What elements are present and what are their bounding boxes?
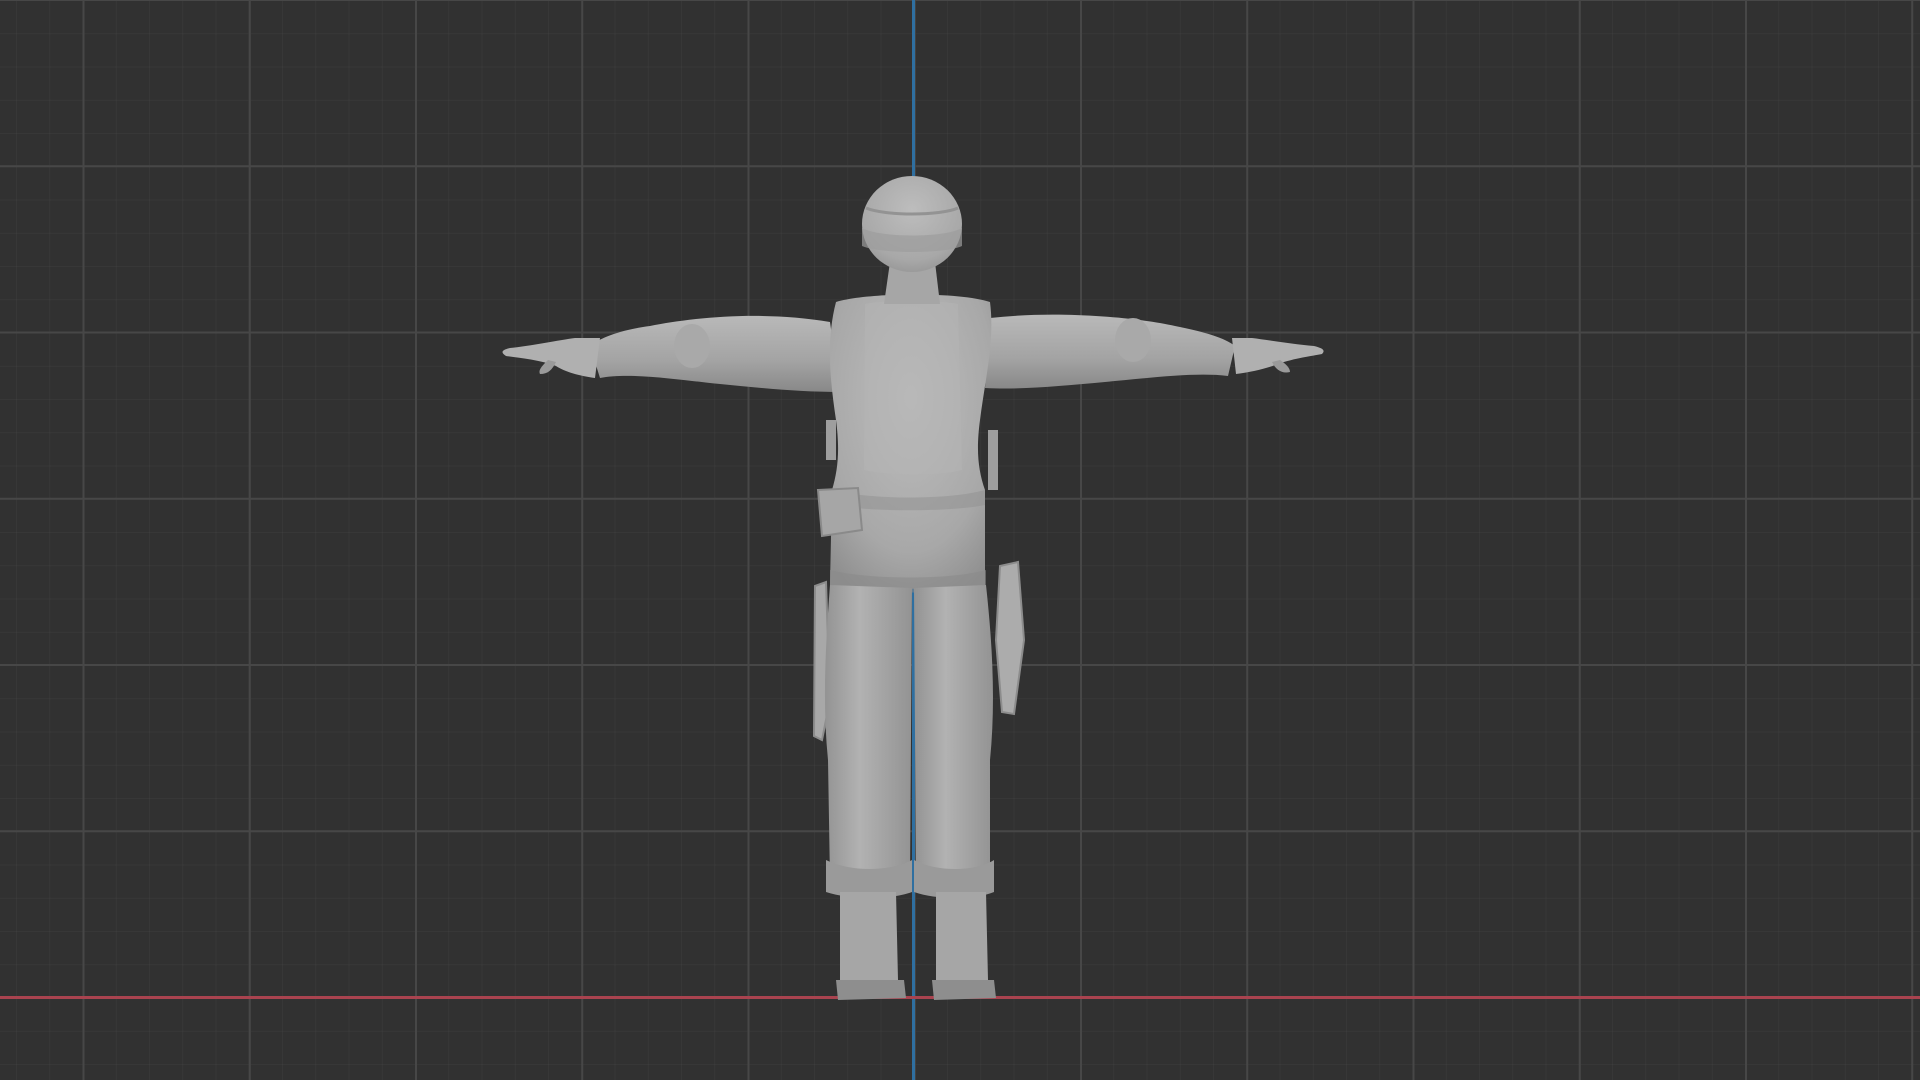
holster [994,560,1026,716]
right-arm [985,314,1324,389]
left-arm [502,315,840,392]
3d-viewport[interactable] [0,0,1920,1080]
right-leg [914,585,996,1000]
character-mesh[interactable] [0,0,1920,1080]
head [862,176,962,304]
left-leg [824,585,912,1000]
torso [816,294,998,593]
